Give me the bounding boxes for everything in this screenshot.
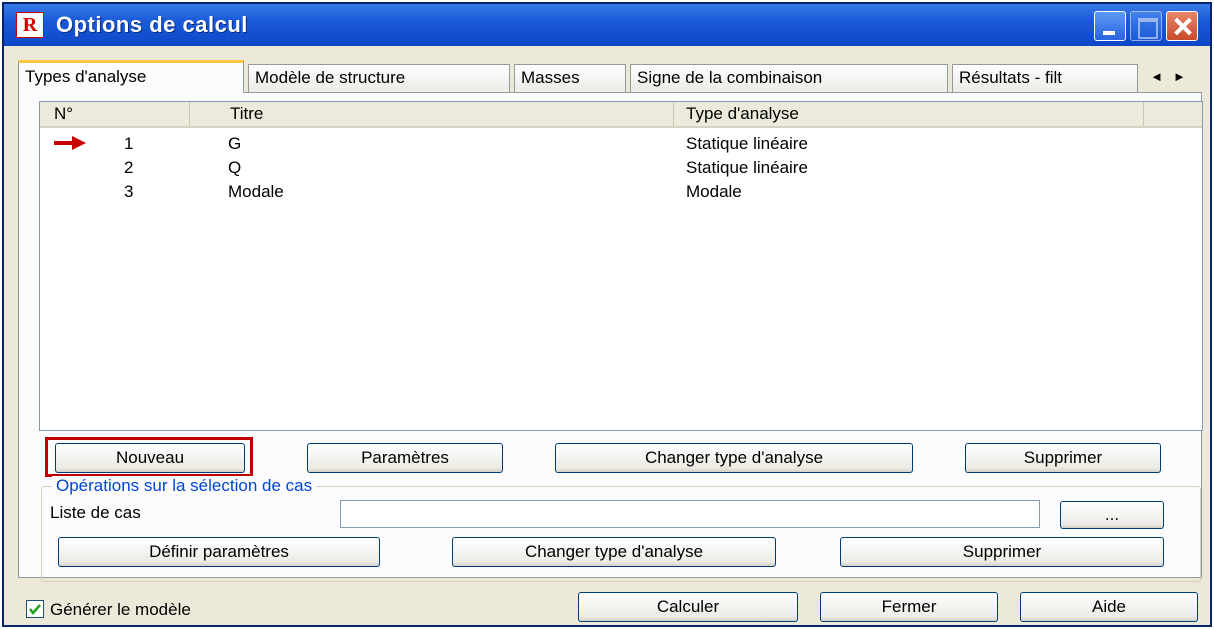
case-analysis-type: Statique linéaire (686, 158, 808, 177)
case-number: 1 (124, 134, 134, 153)
case-number: 2 (124, 158, 134, 177)
current-case-arrow-icon (54, 136, 86, 150)
case-title: G (228, 134, 242, 153)
analysis-cases-list[interactable]: N° Titre Type d'analyse 1 G Statique lin… (39, 101, 1203, 431)
case-number: 3 (124, 182, 134, 201)
title-bar[interactable]: R Options de calcul (4, 4, 1210, 46)
group-legend: Opérations sur la sélection de cas (52, 476, 317, 496)
column-header-titre[interactable]: Titre (190, 102, 674, 126)
change-analysis-type-button[interactable]: Changer type d'analyse (555, 443, 913, 473)
list-item[interactable]: 3 Modale Modale (40, 180, 1202, 204)
tab-types-analyse[interactable]: Types d'analyse (18, 60, 244, 93)
close-button[interactable] (1166, 11, 1198, 41)
minimize-button[interactable] (1094, 11, 1126, 41)
list-item[interactable]: 2 Q Statique linéaire (40, 156, 1202, 180)
selection-change-type-button[interactable]: Changer type d'analyse (452, 537, 776, 567)
tab-panel-types-analyse: N° Titre Type d'analyse 1 G Statique lin… (18, 92, 1203, 582)
case-list-label: Liste de cas (50, 503, 141, 522)
tab-scroll-left-icon[interactable]: ◄ (1150, 69, 1173, 84)
tab-signe-combinaison[interactable]: Signe de la combinaison (630, 64, 948, 92)
case-title: Modale (228, 182, 284, 201)
tab-masses[interactable]: Masses (514, 64, 626, 92)
list-item[interactable]: 1 G Statique linéaire (40, 132, 1202, 156)
case-title: Q (228, 158, 242, 177)
browse-cases-button[interactable]: ... (1060, 501, 1164, 529)
case-list-input[interactable] (340, 500, 1040, 528)
define-parameters-button[interactable]: Définir paramètres (58, 537, 380, 567)
selection-operations-group: Opérations sur la sélection de cas Liste… (41, 476, 1201, 582)
parameters-button[interactable]: Paramètres (307, 443, 503, 473)
tab-modele-structure[interactable]: Modèle de structure (248, 64, 510, 92)
case-analysis-type: Modale (686, 182, 742, 201)
maximize-button[interactable] (1130, 11, 1162, 41)
generate-model-label[interactable]: Générer le modèle (50, 600, 191, 620)
column-header-type-analyse[interactable]: Type d'analyse (674, 102, 1144, 126)
options-dialog: R Options de calcul Types d'analyse Modè… (2, 2, 1212, 627)
tab-scroll-arrows[interactable]: ◄► (1138, 66, 1208, 88)
calculate-button[interactable]: Calculer (578, 592, 798, 622)
column-header-numero[interactable]: N° (40, 102, 190, 126)
close-dialog-button[interactable]: Fermer (820, 592, 998, 622)
delete-case-button[interactable]: Supprimer (965, 443, 1161, 473)
selection-delete-button[interactable]: Supprimer (840, 537, 1164, 567)
generate-model-checkbox[interactable] (26, 600, 44, 618)
robot-app-icon: R (16, 12, 44, 38)
tab-scroll-right-icon[interactable]: ► (1173, 69, 1196, 84)
help-button[interactable]: Aide (1020, 592, 1198, 622)
list-header: N° Titre Type d'analyse (40, 102, 1202, 128)
checkmark-icon (29, 604, 41, 615)
tab-resultats-filtres[interactable]: Résultats - filt (952, 64, 1138, 92)
tab-bar: Types d'analyse Modèle de structure Mass… (18, 60, 1208, 93)
case-analysis-type: Statique linéaire (686, 134, 808, 153)
new-case-button[interactable]: Nouveau (55, 443, 245, 473)
window-title: Options de calcul (56, 12, 248, 37)
